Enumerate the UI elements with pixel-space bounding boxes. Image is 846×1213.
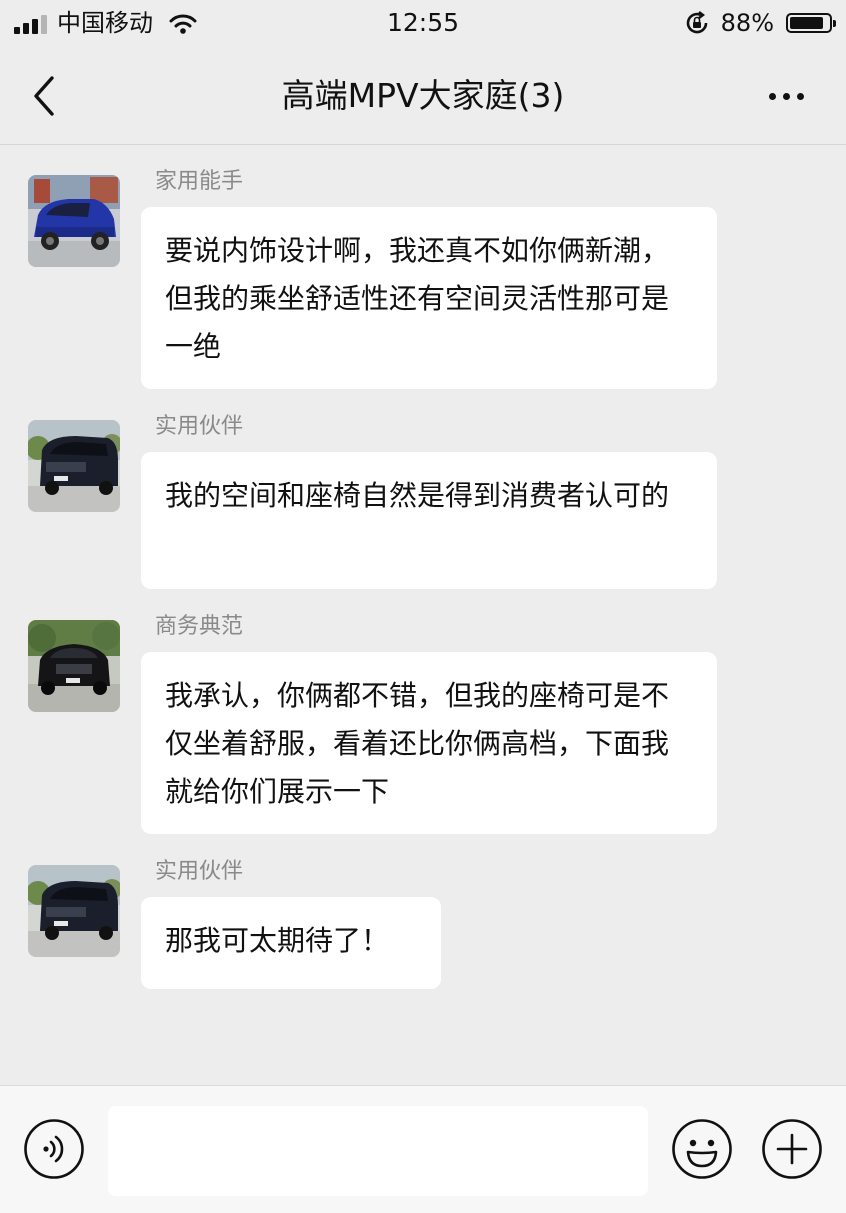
plus-button[interactable] — [761, 1118, 823, 1180]
orientation-lock-icon — [686, 11, 707, 34]
avatar[interactable] — [28, 620, 120, 712]
dark-mpv-avatar — [28, 420, 120, 512]
sender-name: 实用伙伴 — [155, 859, 244, 884]
status-bar: 中国移动 12:55 88% — [0, 0, 846, 48]
input-bar — [0, 1085, 846, 1213]
status-right: 88% — [683, 8, 836, 38]
message-bubble[interactable]: 我的空间和座椅自然是得到消费者认可的 — [141, 452, 717, 589]
sender-name: 商务典范 — [155, 614, 244, 639]
message-bubble[interactable]: 我承认，你俩都不错，但我的座椅可是不仅坐着舒服，看着还比你俩高档，下面我就给你们… — [141, 652, 717, 834]
more-button[interactable] — [758, 72, 814, 120]
sender-name: 实用伙伴 — [155, 414, 244, 439]
avatar[interactable] — [28, 175, 120, 267]
battery-icon — [786, 13, 836, 33]
voice-icon — [24, 1119, 84, 1179]
message-input[interactable] — [108, 1106, 648, 1196]
blue-mpv-avatar — [28, 175, 120, 267]
message-bubble[interactable]: 要说内饰设计啊，我还真不如你俩新潮，但我的乘坐舒适性还有空间灵活性那可是一绝 — [141, 207, 717, 389]
battery-percent: 88% — [720, 9, 774, 37]
battery-level — [790, 17, 824, 29]
chat-title: 高端MPV大家庭(3) — [281, 76, 565, 115]
plus-icon — [762, 1119, 822, 1179]
dark-mpv-avatar — [28, 865, 120, 957]
avatar[interactable] — [28, 420, 120, 512]
avatar[interactable] — [28, 865, 120, 957]
nav-bar: 高端MPV大家庭(3) — [0, 48, 846, 145]
sender-name: 家用能手 — [155, 169, 244, 194]
voice-button[interactable] — [23, 1118, 85, 1180]
message-bubble[interactable]: 那我可太期待了！ — [141, 897, 441, 989]
black-suv-avatar — [28, 620, 120, 712]
more-dots-icon — [768, 92, 776, 100]
emoji-icon — [672, 1119, 732, 1179]
message-list[interactable]: 家用能手 要说内饰设计啊，我还真不如你俩新潮，但我的乘坐舒适性还有空间灵活性那可… — [0, 145, 846, 1085]
emoji-button[interactable] — [671, 1118, 733, 1180]
